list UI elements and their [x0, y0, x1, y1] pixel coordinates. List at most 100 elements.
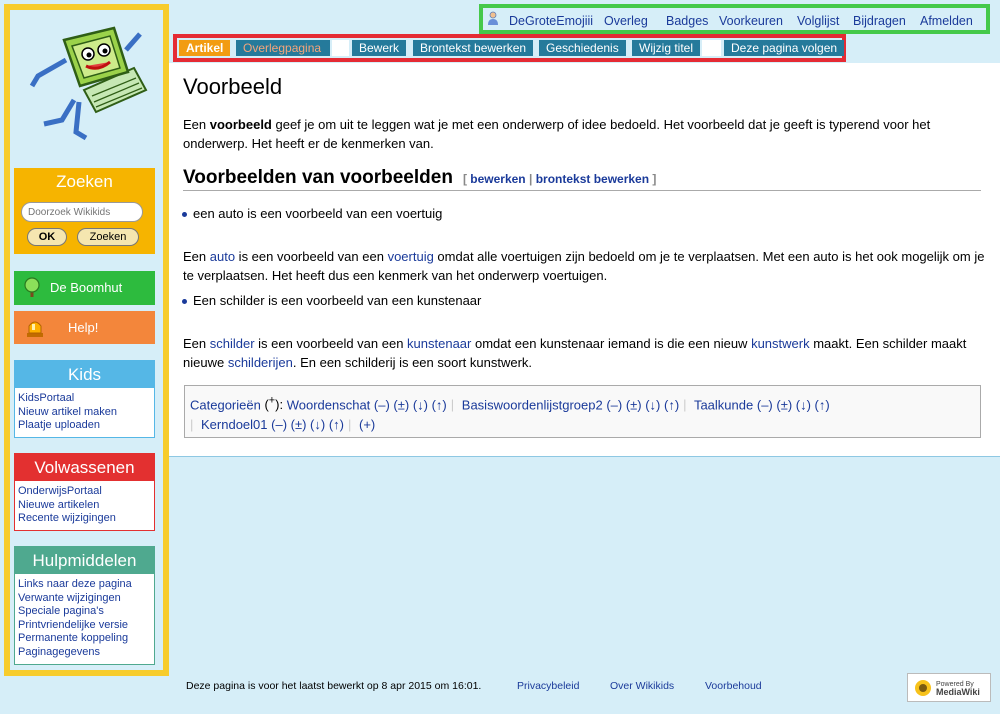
section-edit-links: [ bewerken | brontekst bewerken ]: [463, 172, 656, 186]
help-label: Help!: [68, 320, 99, 335]
category-add-button[interactable]: (+): [359, 417, 375, 432]
section-heading: Voorbeelden van voorbeelden [ bewerken | …: [183, 167, 981, 191]
section-edit-link[interactable]: bewerken: [470, 172, 525, 186]
tool-link-verwante[interactable]: Verwante wijzigingen: [18, 592, 151, 606]
personal-afmelden-link[interactable]: Afmelden: [920, 14, 973, 28]
tab-wijzig-titel[interactable]: Wijzig titel: [632, 40, 701, 56]
personal-volglijst-link[interactable]: Volglijst: [797, 14, 839, 28]
list-item: Een schilder is een voorbeeld van een ku…: [181, 293, 482, 308]
text: Een: [183, 336, 210, 351]
text: is een voorbeeld van een: [235, 249, 388, 264]
personal-user-link[interactable]: DeGroteEmojiii: [509, 14, 593, 28]
volw-link-nieuwe-artikelen[interactable]: Nieuwe artikelen: [18, 499, 151, 513]
link-kunstenaar[interactable]: kunstenaar: [407, 336, 471, 351]
tool-link-permanent[interactable]: Permanente koppeling: [18, 632, 151, 646]
category-woordenschat[interactable]: Woordenschat: [287, 397, 371, 412]
category-basiswoordenlijstgroep2[interactable]: Basiswoordenlijstgroep2: [462, 397, 603, 412]
separator: |: [450, 397, 455, 413]
mediawiki-sunflower-icon: [915, 680, 931, 696]
boomhut-button[interactable]: De Boomhut: [14, 271, 155, 305]
link-kunstwerk[interactable]: kunstwerk: [751, 336, 810, 351]
tool-link-print[interactable]: Printvriendelijke versie: [18, 619, 151, 633]
tab-geschiedenis[interactable]: Geschiedenis: [539, 40, 626, 56]
category-taalkunde[interactable]: Taalkunde: [694, 397, 753, 412]
text: is een voorbeeld van een: [254, 336, 408, 351]
main-content: Voorbeeld Een voorbeeld geef je om uit t…: [169, 63, 1000, 457]
separator: |: [683, 397, 687, 413]
hulpmiddelen-title: Hulpmiddelen: [15, 547, 154, 574]
footer-privacy-link[interactable]: Privacybeleid: [517, 680, 579, 692]
hulpmiddelen-portlet: Hulpmiddelen Links naar deze pagina Verw…: [14, 546, 155, 665]
text: Een: [183, 249, 210, 264]
edit-bracket-close: ]: [652, 172, 657, 186]
tool-link-links-hier[interactable]: Links naar deze pagina: [18, 578, 151, 592]
kids-portlet: Kids KidsPortaal Nieuw artikel maken Pla…: [14, 360, 155, 438]
intro-bold-term: voorbeeld: [209, 117, 272, 132]
user-icon: [488, 11, 498, 25]
paragraph-schilder: Een schilder is een voorbeeld van een ku…: [183, 334, 988, 372]
footer-disclaimer-link[interactable]: Voorbehoud: [705, 680, 762, 692]
category-controls[interactable]: (–) (±) (↓) (↑): [374, 397, 447, 412]
section-title: Voorbeelden van voorbeelden: [183, 167, 453, 188]
page-title: Voorbeeld: [183, 74, 283, 99]
kids-link-plaatje-uploaden[interactable]: Plaatje uploaden: [18, 419, 151, 433]
category-controls[interactable]: (–) (±) (↓) (↑): [271, 417, 344, 432]
page-tabs: Artikel Overlegpagina Bewerk Brontekst b…: [173, 34, 846, 62]
list-item: een auto is een voorbeeld van een voertu…: [181, 206, 443, 221]
search-portlet: Zoeken OK Zoeken: [14, 168, 155, 254]
intro-paragraph: Een voorbeeld geef je om uit te leggen w…: [183, 115, 988, 153]
badge-line2: MediaWiki: [936, 687, 980, 697]
tool-link-speciale[interactable]: Speciale pagina's: [18, 605, 151, 619]
tab-brontekst-bewerken[interactable]: Brontekst bewerken: [413, 40, 534, 56]
footer-about-link[interactable]: Over Wikikids: [610, 680, 674, 692]
text: . En een schilderij is een soort kunstwe…: [292, 355, 533, 370]
search-input[interactable]: [21, 202, 143, 222]
tab-bewerk[interactable]: Bewerk: [352, 40, 407, 56]
personal-overleg-link[interactable]: Overleg: [604, 14, 648, 28]
tree-icon: [24, 277, 40, 297]
volw-link-onderwijsportaal[interactable]: OnderwijsPortaal: [18, 485, 151, 499]
categories-label-link[interactable]: Categorieën: [190, 397, 261, 412]
link-auto[interactable]: auto: [210, 249, 235, 264]
kids-link-kidsportaal[interactable]: KidsPortaal: [18, 392, 151, 406]
personal-voorkeuren-link[interactable]: Voorkeuren: [719, 14, 783, 28]
edit-bracket-open: [: [462, 172, 467, 186]
tool-link-paginagegevens[interactable]: Paginagegevens: [18, 646, 151, 660]
tab-spacer-2: [702, 40, 721, 56]
siren-icon: [27, 321, 43, 337]
boomhut-label: De Boomhut: [50, 280, 123, 295]
volw-link-recente-wijzigingen[interactable]: Recente wijzigingen: [18, 512, 151, 526]
paragraph-auto: Een auto is een voorbeeld van een voertu…: [183, 247, 988, 285]
category-controls[interactable]: (–) (±) (↓) (↑): [757, 397, 830, 412]
category-links: Categorieën (+): Woordenschat (–) (±) (↓…: [184, 385, 981, 438]
separator: |: [190, 417, 194, 433]
edit-pipe: |: [528, 172, 533, 186]
mediawiki-badge[interactable]: Powered By MediaWiki: [907, 673, 991, 702]
search-full-button[interactable]: Zoeken: [77, 228, 139, 246]
link-schilder[interactable]: schilder: [210, 336, 255, 351]
text: omdat een kunstenaar iemand is die een n…: [471, 336, 752, 351]
category-kerndoel01[interactable]: Kerndoel01: [201, 417, 268, 432]
kids-link-nieuw-artikel[interactable]: Nieuw artikel maken: [18, 406, 151, 420]
tab-artikel[interactable]: Artikel: [179, 40, 231, 56]
separator: |: [347, 417, 352, 433]
category-controls[interactable]: (–) (±) (↓) (↑): [606, 397, 679, 412]
search-title: Zoeken: [56, 172, 113, 191]
category-add-open: (+):: [264, 395, 284, 413]
link-schilderijen[interactable]: schilderijen: [228, 355, 293, 370]
personal-bijdragen-link[interactable]: Bijdragen: [853, 14, 906, 28]
kids-title: Kids: [15, 361, 154, 388]
search-ok-button[interactable]: OK: [27, 228, 67, 246]
footer-lastmod: Deze pagina is voor het laatst bewerkt o…: [186, 680, 482, 692]
intro-text-pre: Een: [183, 117, 210, 132]
sidebar: Zoeken OK Zoeken De Boomhut Help! Kids K…: [4, 4, 169, 676]
tab-deze-pagina-volgen[interactable]: Deze pagina volgen: [724, 40, 845, 56]
section-edit-source-link[interactable]: brontekst bewerken: [536, 172, 649, 186]
category-add-sup[interactable]: +: [269, 395, 275, 407]
tab-overlegpagina[interactable]: Overlegpagina: [236, 40, 330, 56]
link-voertuig[interactable]: voertuig: [388, 249, 434, 264]
personal-badges-link[interactable]: Badges: [666, 14, 708, 28]
volwassenen-portlet: Volwassenen OnderwijsPortaal Nieuwe arti…: [14, 453, 155, 531]
logo-robot-icon[interactable]: [24, 20, 154, 150]
help-button[interactable]: Help!: [14, 311, 155, 344]
